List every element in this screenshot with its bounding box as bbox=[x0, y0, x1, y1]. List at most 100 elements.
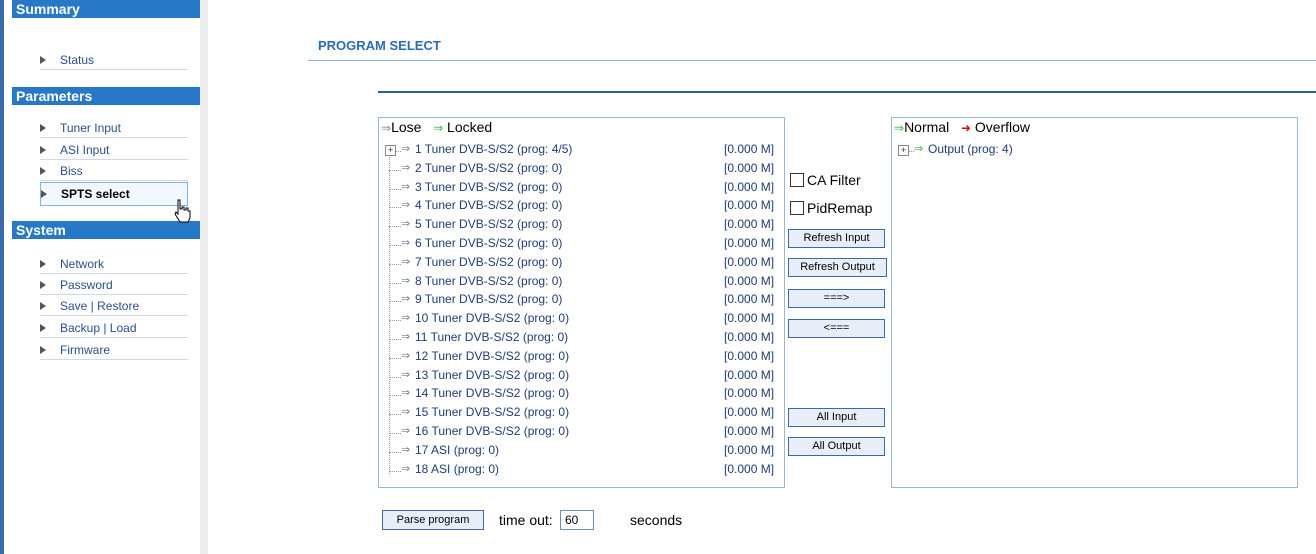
input-tree-panel: ⇒Lose ⇒ Locked + ⇒ 1 Tuner DVB-S/S2 (prog:… bbox=[378, 117, 785, 488]
legend-lose-label: Lose bbox=[391, 119, 422, 135]
output-legend: ⇒Normal ➜ Overflow bbox=[894, 119, 1030, 135]
tree-guide-line bbox=[389, 148, 390, 474]
main-content: PROGRAM SELECT ⇒Lose ⇒ Locked + ⇒ 1 Tuner … bbox=[208, 0, 1316, 554]
lose-arrow-icon: ⇒ bbox=[401, 199, 411, 211]
checkbox-icon[interactable] bbox=[790, 173, 804, 187]
legend-normal-label: Normal bbox=[904, 119, 950, 135]
sidebar-divider bbox=[200, 0, 208, 554]
sidebar-section-parameters: Parameters bbox=[12, 87, 204, 105]
sidebar-item-status[interactable]: Status bbox=[40, 50, 188, 70]
input-item-bitrate: [0.000 M] bbox=[724, 198, 775, 212]
input-item-bitrate: [0.000 M] bbox=[724, 462, 775, 476]
lose-arrow-icon: ⇒ bbox=[381, 121, 392, 135]
lose-arrow-icon: ⇒ bbox=[401, 275, 411, 287]
seconds-label: seconds bbox=[630, 512, 683, 528]
page-title: PROGRAM SELECT bbox=[318, 38, 441, 53]
title-divider bbox=[308, 60, 1316, 61]
refresh-input-button[interactable]: Refresh Input bbox=[788, 229, 885, 248]
triangle-right-icon bbox=[40, 167, 46, 175]
sidebar-item-asi-input[interactable]: ASI Input bbox=[40, 140, 188, 160]
triangle-right-icon bbox=[40, 260, 46, 268]
pid-remap-checkbox[interactable]: PidRemap bbox=[790, 200, 872, 216]
move-left-button[interactable]: <=== bbox=[788, 319, 885, 338]
legend-locked-label: Locked bbox=[447, 119, 493, 135]
input-item-label: 14 Tuner DVB-S/S2 (prog: 0) bbox=[415, 386, 570, 400]
triangle-right-icon bbox=[40, 281, 46, 289]
triangle-right-icon bbox=[40, 302, 46, 310]
legend-overflow-label: Overflow bbox=[974, 119, 1031, 135]
checkbox-icon[interactable] bbox=[790, 201, 804, 215]
locked-arrow-icon: ⇒ bbox=[914, 143, 924, 155]
input-item-label: 9 Tuner DVB-S/S2 (prog: 0) bbox=[415, 292, 563, 306]
input-item-label: 17 ASI (prog: 0) bbox=[415, 443, 500, 457]
sidebar-item-tuner-input[interactable]: Tuner Input bbox=[40, 118, 188, 138]
input-item-bitrate: [0.000 M] bbox=[724, 349, 775, 363]
expand-plus-icon[interactable]: + bbox=[898, 145, 909, 156]
hand-cursor-icon bbox=[174, 199, 191, 223]
sidebar: Summary Status Parameters Tuner Input AS… bbox=[4, 0, 204, 554]
sidebar-item-password[interactable]: Password bbox=[40, 275, 188, 295]
input-item-bitrate: [0.000 M] bbox=[724, 330, 775, 344]
input-item-bitrate: [0.000 M] bbox=[724, 424, 775, 438]
lose-arrow-icon: ⇒ bbox=[401, 237, 411, 249]
input-item-bitrate: [0.000 M] bbox=[724, 386, 775, 400]
sidebar-item-firmware[interactable]: Firmware bbox=[40, 340, 188, 360]
section-divider bbox=[378, 91, 1316, 93]
input-item-label: 12 Tuner DVB-S/S2 (prog: 0) bbox=[415, 349, 570, 363]
timeout-label: time out: bbox=[499, 512, 553, 528]
input-item-label: 15 Tuner DVB-S/S2 (prog: 0) bbox=[415, 405, 570, 419]
parse-program-button[interactable]: Parse program bbox=[382, 510, 484, 530]
input-item-label: 18 ASI (prog: 0) bbox=[415, 462, 500, 476]
all-input-button[interactable]: All Input bbox=[788, 408, 885, 427]
refresh-output-button[interactable]: Refresh Output bbox=[788, 258, 887, 277]
input-item-bitrate: [0.000 M] bbox=[724, 368, 775, 382]
lose-arrow-icon: ⇒ bbox=[401, 331, 411, 343]
lose-arrow-icon: ⇒ bbox=[401, 293, 411, 305]
lose-arrow-icon: ⇒ bbox=[401, 425, 411, 437]
timeout-input[interactable] bbox=[560, 510, 594, 530]
input-item-label: 6 Tuner DVB-S/S2 (prog: 0) bbox=[415, 236, 563, 250]
input-item-bitrate: [0.000 M] bbox=[724, 405, 775, 419]
input-item-label: 11 Tuner DVB-S/S2 (prog: 0) bbox=[415, 330, 569, 344]
lose-arrow-icon: ⇒ bbox=[401, 406, 411, 418]
input-item-bitrate: [0.000 M] bbox=[724, 161, 775, 175]
sidebar-item-biss[interactable]: Biss bbox=[40, 161, 188, 181]
input-item-label: 2 Tuner DVB-S/S2 (prog: 0) bbox=[415, 161, 563, 175]
lose-arrow-icon: ⇒ bbox=[401, 312, 411, 324]
triangle-right-icon bbox=[40, 56, 46, 64]
lose-arrow-icon: ⇒ bbox=[401, 162, 411, 174]
lose-arrow-icon: ⇒ bbox=[401, 387, 411, 399]
input-item-label: 4 Tuner DVB-S/S2 (prog: 0) bbox=[415, 198, 563, 212]
sidebar-item-spts-select[interactable]: SPTS select bbox=[40, 182, 188, 206]
output-tree-panel: ⇒Normal ➜ Overflow + ⇒ Output (prog: 4) bbox=[891, 117, 1298, 488]
lose-arrow-icon: ⇒ bbox=[401, 463, 411, 475]
input-item-bitrate: [0.000 M] bbox=[724, 180, 775, 194]
input-item-bitrate: [0.000 M] bbox=[724, 292, 775, 306]
input-item-label: 5 Tuner DVB-S/S2 (prog: 0) bbox=[415, 217, 563, 231]
input-item-label: 3 Tuner DVB-S/S2 (prog: 0) bbox=[415, 180, 563, 194]
input-item-bitrate: [0.000 M] bbox=[724, 236, 775, 250]
lose-arrow-icon: ⇒ bbox=[401, 181, 411, 193]
ca-filter-checkbox[interactable]: CA Filter bbox=[790, 172, 861, 188]
input-item-label: 8 Tuner DVB-S/S2 (prog: 0) bbox=[415, 274, 563, 288]
sidebar-item-save-restore[interactable]: Save | Restore bbox=[40, 296, 188, 316]
input-item-bitrate: [0.000 M] bbox=[724, 274, 775, 288]
input-item-bitrate: [0.000 M] bbox=[724, 255, 775, 269]
input-item-label: 1 Tuner DVB-S/S2 (prog: 4/5) bbox=[415, 142, 573, 156]
triangle-right-icon bbox=[41, 190, 47, 198]
all-output-button[interactable]: All Output bbox=[788, 437, 885, 456]
sidebar-section-summary: Summary bbox=[12, 0, 204, 18]
lose-arrow-icon: ⇒ bbox=[401, 143, 411, 155]
lose-arrow-icon: ⇒ bbox=[401, 350, 411, 362]
lose-arrow-icon: ⇒ bbox=[401, 256, 411, 268]
triangle-right-icon bbox=[40, 124, 46, 132]
triangle-right-icon bbox=[40, 346, 46, 354]
expand-plus-icon[interactable]: + bbox=[385, 145, 396, 156]
lose-arrow-icon: ⇒ bbox=[401, 444, 411, 456]
sidebar-item-backup-load[interactable]: Backup | Load bbox=[40, 318, 188, 338]
input-item-label: 7 Tuner DVB-S/S2 (prog: 0) bbox=[415, 255, 563, 269]
normal-arrow-icon: ⇒ bbox=[894, 121, 905, 135]
input-item-bitrate: [0.000 M] bbox=[724, 443, 775, 457]
sidebar-item-network[interactable]: Network bbox=[40, 254, 188, 274]
move-right-button[interactable]: ===> bbox=[788, 289, 885, 308]
